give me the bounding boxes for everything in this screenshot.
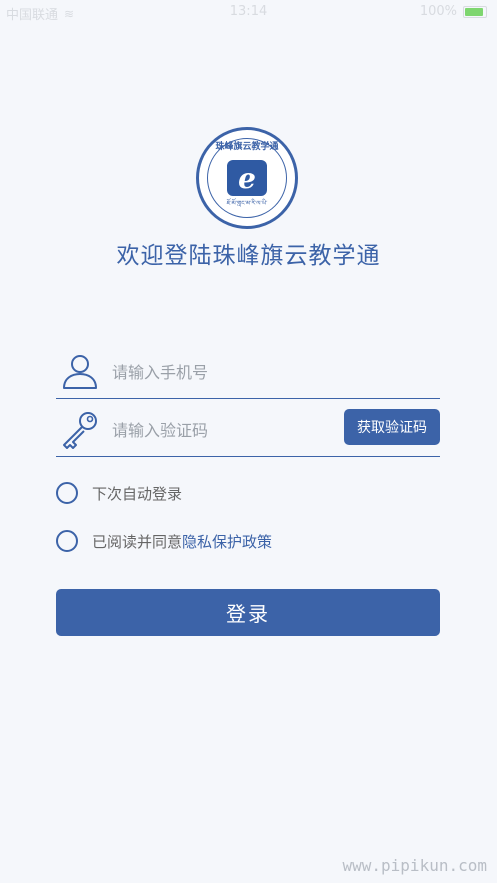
logo-emblem-icon: e [227, 160, 267, 196]
logo-bottom-text: ཇོ་མོ་གླང་མ་རི་ལ་ཡི་ [226, 200, 268, 207]
privacy-prefix: 已阅读并同意 [92, 532, 183, 551]
battery-percent: 100% [419, 4, 457, 19]
code-field: 获取验证码 [56, 404, 440, 457]
logo-top-text: 珠峰旗云教学通 [215, 142, 279, 152]
user-icon [58, 350, 102, 394]
privacy-policy-link[interactable]: 隐私保护政策 [182, 531, 272, 552]
auto-login-checkbox[interactable] [56, 482, 78, 504]
phone-input[interactable] [110, 356, 374, 388]
code-input[interactable] [110, 414, 374, 446]
auto-login-label: 下次自动登录 [92, 484, 183, 503]
watermark: www.pipikun.com [342, 856, 488, 875]
app-logo: 珠峰旗云教学通 e ཇོ་མོ་གླང་མ་རི་ལ་ཡི་ [196, 127, 298, 229]
welcome-title: 欢迎登陆珠峰旗云教学通 [116, 243, 381, 269]
get-code-button[interactable]: 获取验证码 [344, 409, 440, 445]
privacy-checkbox[interactable] [56, 530, 78, 552]
phone-field [56, 346, 440, 399]
status-right: 100% [420, 4, 487, 19]
key-icon [58, 408, 102, 452]
battery-icon [463, 5, 487, 18]
auto-login-row[interactable]: 下次自动登录 [56, 480, 182, 506]
privacy-row[interactable]: 已阅读并同意 隐私保护政策 [56, 528, 272, 554]
status-bar: 中国联通 ≋ 13:14 100% [0, 0, 497, 26]
logo-emblem-letter: e [238, 162, 256, 195]
login-button[interactable]: 登录 [56, 589, 440, 636]
